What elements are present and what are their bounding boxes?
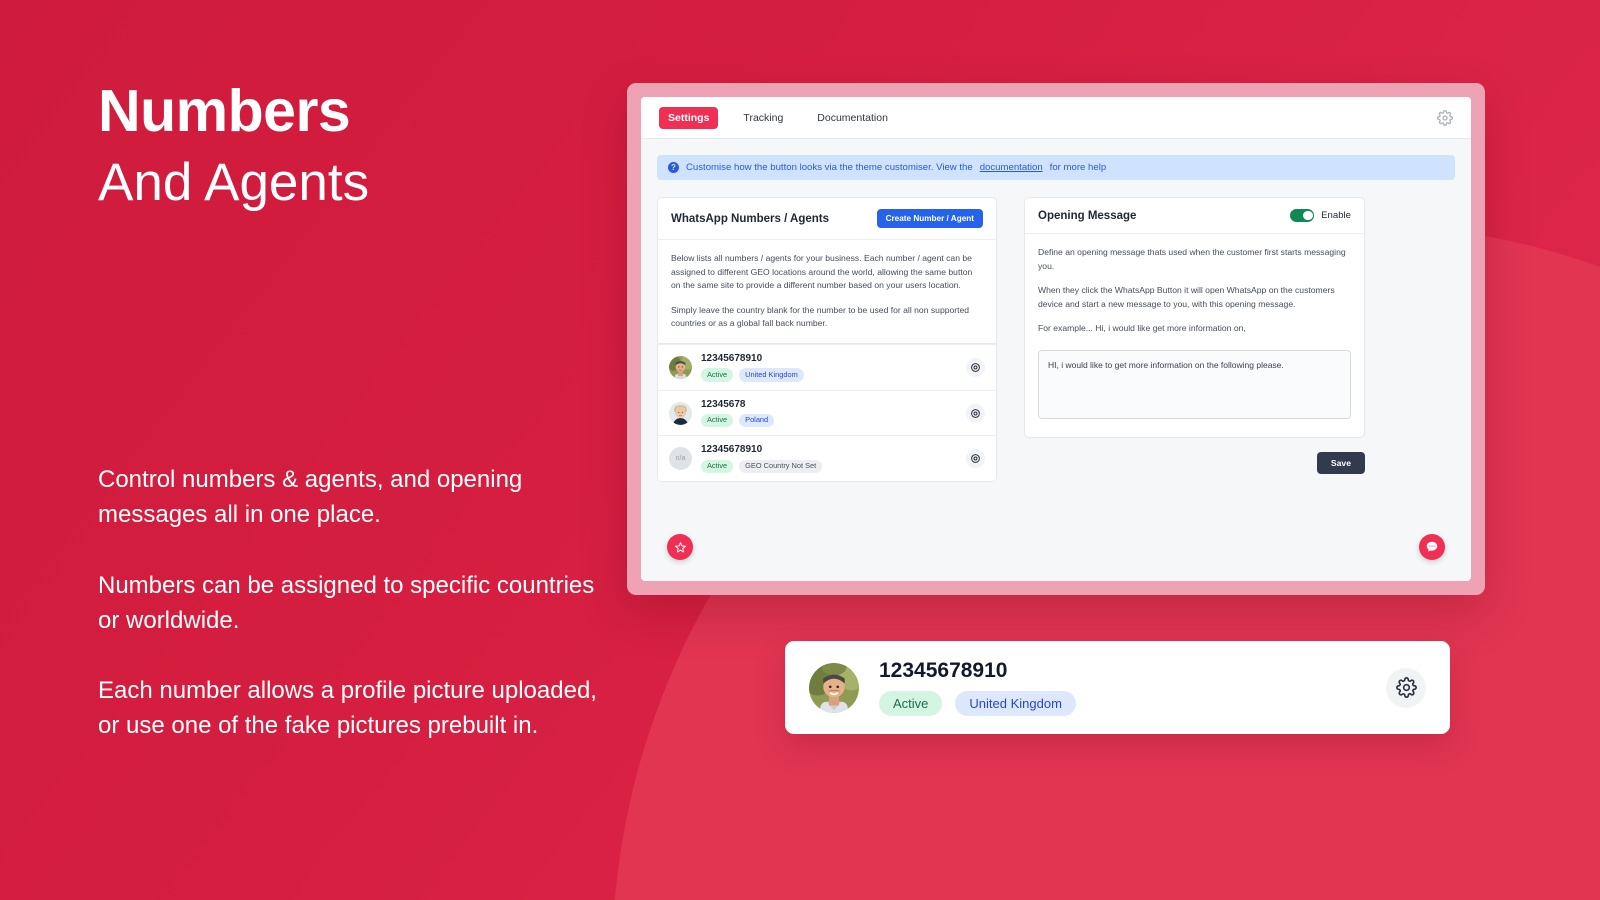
opening-card-body: Define an opening message thats used whe…: [1025, 234, 1364, 348]
callout-badges: Active United Kingdom: [879, 690, 1366, 717]
panels-row: WhatsApp Numbers / Agents Create Number …: [657, 197, 1455, 483]
tab-settings[interactable]: Settings: [659, 106, 719, 129]
row-badges: Active United Kingdom: [701, 368, 957, 382]
promo-slide: Numbers And Agents Control numbers & age…: [0, 0, 1600, 900]
info-notice-bar: ? Customise how the button looks via the…: [657, 155, 1455, 180]
toggle-knob: [1302, 210, 1313, 221]
country-badge: Poland: [739, 414, 775, 428]
highlighted-number-card: 12345678910 Active United Kingdom: [785, 641, 1450, 734]
hero-body-copy: Control numbers & agents, and opening me…: [98, 462, 618, 744]
tab-tracking[interactable]: Tracking: [734, 107, 792, 129]
chat-bubble-icon[interactable]: [1419, 534, 1445, 560]
avatar: [809, 662, 859, 713]
documentation-link[interactable]: documentation: [980, 162, 1043, 173]
page-title-primary: Numbers: [98, 78, 351, 144]
numbers-description-2: Simply leave the country blank for the n…: [671, 304, 970, 329]
row-content: 12345678910 Active United Kingdom: [701, 353, 957, 382]
status-badge: Active: [701, 459, 734, 474]
opening-description-2: When they click the WhatsApp Button it w…: [1038, 285, 1335, 309]
number-value: 12345678910: [701, 352, 763, 364]
app-content: ? Customise how the button looks via the…: [641, 139, 1471, 483]
table-row[interactable]: 12345678 Active Poland: [658, 389, 996, 436]
save-row: Save: [1024, 451, 1365, 474]
table-row[interactable]: 12345678910 Active United Kingdom: [658, 343, 996, 390]
numbers-card-body: Below lists all numbers / agents for you…: [658, 240, 996, 343]
gear-icon[interactable]: [1437, 109, 1453, 126]
opening-description-3: For example... Hi, i would like get more…: [1038, 323, 1246, 334]
number-value: 12345678910: [879, 658, 1008, 682]
page-title-secondary: And Agents: [98, 153, 370, 212]
numbers-panel: WhatsApp Numbers / Agents Create Number …: [657, 197, 997, 483]
number-value: 12345678910: [701, 444, 763, 456]
opening-message-panel: Opening Message Enable Define an opening…: [1024, 197, 1365, 474]
create-number-agent-button[interactable]: Create Number / Agent: [876, 209, 983, 228]
numbers-list: 12345678910 Active United Kingdom 123456…: [657, 343, 997, 483]
hero-heading-block: Numbers And Agents: [98, 82, 618, 211]
callout-content: 12345678910 Active United Kingdom: [879, 659, 1366, 717]
status-badge: Active: [879, 690, 943, 717]
app-topbar: Settings Tracking Documentation: [641, 97, 1471, 139]
opening-card-header: Opening Message Enable: [1025, 198, 1364, 234]
enable-toggle[interactable]: [1290, 209, 1315, 222]
save-button[interactable]: Save: [1316, 451, 1365, 474]
star-icon[interactable]: [667, 534, 693, 560]
notice-text-before: Customise how the button looks via the t…: [686, 162, 973, 173]
hero-paragraph-2: Numbers can be assigned to specific coun…: [98, 571, 595, 634]
tab-documentation[interactable]: Documentation: [808, 107, 897, 129]
gear-icon[interactable]: [1386, 667, 1426, 708]
row-gear-icon[interactable]: [966, 449, 985, 469]
country-badge: United Kingdom: [955, 690, 1076, 717]
info-icon: ?: [668, 162, 679, 173]
app-window-mockup: Settings Tracking Documentation ? Custom…: [627, 83, 1485, 595]
opening-message-input[interactable]: [1038, 349, 1351, 419]
row-badges: Active GEO Country Not Set: [701, 459, 957, 474]
status-badge: Active: [701, 414, 734, 428]
row-gear-icon[interactable]: [966, 403, 985, 423]
numbers-card: WhatsApp Numbers / Agents Create Number …: [657, 197, 997, 344]
avatar: [669, 401, 692, 425]
country-badge: United Kingdom: [739, 368, 804, 382]
opening-message-card: Opening Message Enable Define an opening…: [1024, 197, 1365, 438]
row-content: 12345678910 Active GEO Country Not Set: [701, 444, 957, 474]
row-gear-icon[interactable]: [966, 357, 985, 377]
avatar: n/a: [669, 447, 692, 471]
table-row[interactable]: n/a 12345678910 Active GEO Country Not S…: [658, 435, 996, 482]
country-badge: GEO Country Not Set: [739, 459, 823, 474]
notice-text-after: for more help: [1049, 162, 1107, 173]
opening-description-1: Define an opening message thats used whe…: [1038, 247, 1346, 271]
number-value: 12345678: [701, 398, 746, 410]
numbers-card-header: WhatsApp Numbers / Agents Create Number …: [658, 198, 996, 240]
numbers-panel-title: WhatsApp Numbers / Agents: [671, 212, 830, 225]
row-content: 12345678 Active Poland: [701, 399, 957, 428]
numbers-description-1: Below lists all numbers / agents for you…: [671, 253, 973, 291]
opening-panel-title: Opening Message: [1038, 209, 1137, 222]
row-badges: Active Poland: [701, 414, 957, 428]
enable-toggle-wrap[interactable]: Enable: [1290, 209, 1351, 222]
hero-paragraph-3: Each number allows a profile picture upl…: [98, 677, 597, 740]
hero-paragraph-1: Control numbers & agents, and opening me…: [98, 466, 523, 529]
enable-toggle-label: Enable: [1321, 210, 1351, 221]
app-viewport: Settings Tracking Documentation ? Custom…: [641, 97, 1471, 581]
avatar: [669, 355, 692, 379]
status-badge: Active: [701, 368, 734, 382]
